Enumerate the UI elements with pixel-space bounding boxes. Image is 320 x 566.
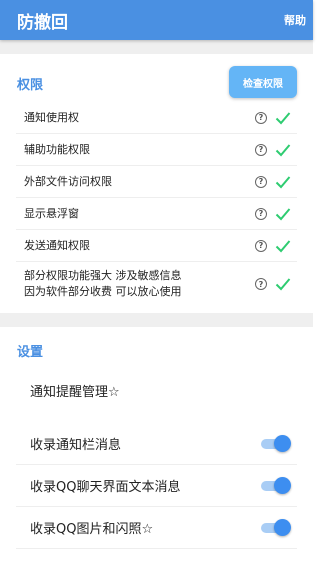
- permissions-title: 权限: [17, 78, 44, 93]
- permission-label: 发送通知权限: [24, 238, 90, 252]
- check-mark-icon: [275, 278, 291, 291]
- app-bar: 防撤回 帮助: [0, 0, 313, 40]
- toggle-thumb: [274, 434, 291, 452]
- permission-row-post-notifications[interactable]: 发送通知权限 ?: [16, 230, 297, 262]
- help-question-icon[interactable]: ?: [255, 111, 267, 124]
- check-mark-icon: [275, 111, 291, 124]
- setting-label: 收录通知栏消息: [30, 438, 122, 453]
- setting-row-notification-manage[interactable]: 通知提醒管理☆: [16, 367, 297, 413]
- setting-label: 收录QQ图片和闪照☆: [30, 522, 154, 537]
- permission-row-accessibility[interactable]: 辅助功能权限 ?: [16, 134, 297, 166]
- check-mark-icon: [275, 143, 291, 156]
- setting-row-record-notifications: 收录通知栏消息: [16, 423, 297, 465]
- help-question-icon[interactable]: ?: [255, 207, 267, 220]
- section-divider: [0, 313, 313, 327]
- help-question-icon[interactable]: ?: [255, 175, 267, 188]
- help-button[interactable]: 帮助: [284, 12, 306, 28]
- permission-label: 外部文件访问权限: [24, 174, 112, 188]
- permission-row-notice[interactable]: 部分权限功能强大 涉及敏感信息 因为软件部分收费 可以放心使用 ?: [16, 262, 297, 306]
- help-question-icon[interactable]: ?: [255, 239, 267, 252]
- check-mark-icon: [275, 175, 291, 188]
- check-mark-icon: [275, 207, 291, 220]
- section-divider: [0, 40, 313, 54]
- permission-row-external-storage[interactable]: 外部文件访问权限 ?: [16, 166, 297, 198]
- permission-notice-line2: 因为软件部分收费 可以放心使用: [24, 285, 182, 298]
- setting-label: 通知提醒管理☆: [30, 384, 120, 400]
- record-qq-text-toggle[interactable]: [259, 476, 291, 495]
- permissions-section: 权限 检查权限 通知使用权 ? 辅助功能权限 ? 外部文件访问权限 ? 显示悬浮…: [0, 54, 313, 313]
- permission-label: 辅助功能权限: [24, 142, 90, 156]
- permission-row-overlay[interactable]: 显示悬浮窗 ?: [16, 198, 297, 230]
- toggle-thumb: [274, 518, 291, 536]
- permission-label: 显示悬浮窗: [24, 206, 79, 220]
- settings-section: 设置 通知提醒管理☆ 收录通知栏消息 收录QQ聊天界面文本消息 收录QQ图片和闪…: [0, 327, 313, 566]
- check-permissions-button[interactable]: 检查权限: [229, 66, 297, 98]
- toggle-thumb: [274, 476, 291, 494]
- settings-title: 设置: [17, 345, 44, 360]
- setting-row-record-qq-text: 收录QQ聊天界面文本消息: [16, 465, 297, 507]
- app-title: 防撤回: [17, 12, 68, 33]
- permission-label: 通知使用权: [24, 110, 79, 124]
- help-question-icon[interactable]: ?: [255, 278, 267, 290]
- record-notifications-toggle[interactable]: [259, 434, 291, 453]
- permission-row-notification-access[interactable]: 通知使用权 ?: [16, 102, 297, 134]
- record-qq-images-toggle[interactable]: [259, 518, 291, 537]
- setting-row-record-qq-images: 收录QQ图片和闪照☆: [16, 507, 297, 549]
- setting-label: 收录QQ聊天界面文本消息: [30, 480, 181, 495]
- permission-notice-line1: 部分权限功能强大 涉及敏感信息: [24, 269, 182, 282]
- permission-notice-label: 部分权限功能强大 涉及敏感信息 因为软件部分收费 可以放心使用: [16, 268, 182, 300]
- help-question-icon[interactable]: ?: [255, 143, 267, 156]
- check-mark-icon: [275, 239, 291, 252]
